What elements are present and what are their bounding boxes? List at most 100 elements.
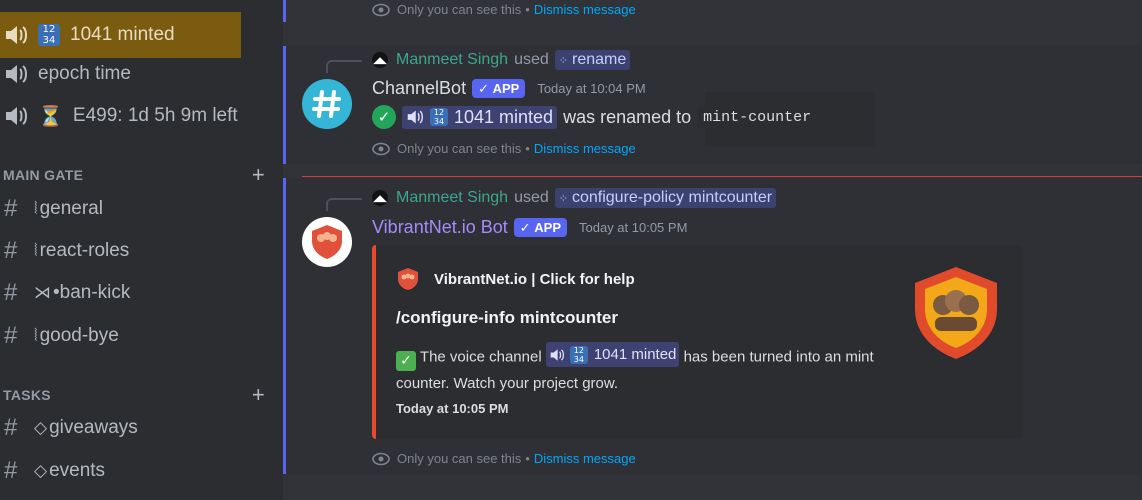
numbers-emoji-icon: 12 34 [430, 108, 448, 126]
user-avatar-small[interactable]: ◢◣ [372, 190, 388, 206]
channel-ban-kick[interactable]: # ⋊ •ban-kick [4, 273, 130, 313]
add-channel-icon[interactable]: + [252, 382, 265, 408]
ephemeral-notice: Only you can see this • Dismiss message [372, 451, 636, 466]
message-timestamp: Today at 10:05 PM [579, 220, 688, 235]
new-messages-divider [302, 176, 1142, 177]
voice-channel-e499[interactable]: ⏳ E499: 1d 5h 9m left [0, 93, 238, 139]
embed-footer-timestamp: Today at 10:05 PM [396, 401, 509, 416]
channel-mention[interactable]: 12 34 1041 minted [402, 105, 558, 129]
channelbot-avatar[interactable] [302, 79, 352, 129]
channel-label: good-bye [39, 325, 119, 346]
reply-connector [326, 60, 362, 73]
reply-username[interactable]: Manmeet Singh [396, 51, 508, 69]
slash-icon: ⁘ [558, 192, 568, 205]
command-label: rename [571, 51, 627, 68]
author-name[interactable]: ChannelBot [372, 78, 466, 99]
command-mention[interactable]: ⁘ configure-policy mintcounter [554, 188, 777, 208]
user-avatar-small[interactable]: ◢◣ [372, 52, 388, 68]
vibrantnet-avatar[interactable] [302, 217, 352, 267]
ephemeral-notice: Only you can see this • Dismiss message [372, 2, 636, 17]
check-mark-icon: ✓ [396, 350, 416, 371]
category-label: TASKS [3, 387, 51, 403]
numbers-emoji-icon: 12 34 [38, 24, 60, 46]
reply-connector [326, 198, 362, 211]
author-name[interactable]: VibrantNet.io Bot [372, 217, 508, 238]
channel-sidebar: 12 34 1041 minted epoch time ⏳ E499: 1d 5… [0, 0, 283, 500]
ephemeral-stripe [283, 178, 286, 474]
embed-author-label: VibrantNet.io | Click for help [434, 270, 635, 288]
inline-code: mint-counter [697, 106, 818, 128]
speaker-icon [407, 110, 423, 124]
channel-glyph-icon: ◇ [34, 418, 48, 438]
add-channel-icon[interactable]: + [252, 162, 265, 188]
channel-mention[interactable]: 12 34 1041 minted [545, 342, 680, 367]
dismiss-message-link[interactable]: Dismiss message [534, 451, 636, 466]
used-text: used [514, 189, 549, 206]
eye-icon [372, 452, 390, 465]
hash-icon: # [4, 195, 18, 222]
app-tag-label: APP [534, 220, 561, 235]
speaker-icon [6, 26, 27, 44]
message-header: ChannelBot ✓ APP Today at 10:04 PM [372, 78, 646, 99]
channel-events[interactable]: # ◇ events [4, 451, 105, 491]
ephemeral-text: Only you can see this [397, 2, 522, 17]
app-tag: ✓ APP [513, 218, 567, 237]
message-timestamp: Today at 10:04 PM [537, 81, 646, 96]
message-header: VibrantNet.io Bot ✓ APP Today at 10:05 P… [372, 217, 687, 238]
dismiss-message-link[interactable]: Dismiss message [534, 2, 636, 17]
command-reply-line: ◢◣ Manmeet Singh used ⁘ rename [372, 50, 631, 70]
check-circle-icon: ✓ [372, 105, 396, 129]
category-tasks[interactable]: TASKS + [3, 382, 265, 408]
channel-general[interactable]: # ⦚ general [4, 189, 103, 229]
hourglass-icon: ⏳ [38, 104, 63, 128]
speaker-icon [6, 107, 27, 125]
hash-icon: # [4, 322, 18, 349]
speaker-icon [6, 65, 27, 83]
app-tag-label: APP [492, 81, 520, 96]
vibrantnet-logo-icon [398, 268, 418, 290]
dismiss-message-link[interactable]: Dismiss message [534, 141, 636, 156]
channel-label: general [39, 198, 103, 219]
reply-username[interactable]: Manmeet Singh [396, 189, 508, 207]
speaker-icon [550, 348, 564, 361]
message-content: ✓ 12 34 1041 minted was renamed to mint-c… [372, 105, 818, 129]
slash-icon: ⁘ [558, 54, 568, 67]
channel-glyph-icon: ⦚ [34, 326, 38, 346]
channel-label: events [49, 460, 106, 481]
channel-glyph-icon: ⋊ [34, 283, 51, 303]
shield-thumbnail-icon[interactable] [911, 265, 1001, 361]
channel-label: •ban-kick [53, 282, 131, 303]
hash-icon: # [4, 279, 18, 306]
channel-glyph-icon: ⦚ [34, 199, 38, 219]
ephemeral-text: Only you can see this [397, 451, 522, 466]
voice-channel-epoch-time[interactable]: epoch time [0, 51, 131, 97]
voice-channel-label: epoch time [38, 63, 131, 84]
channel-react-roles[interactable]: # ⦚ react-roles [4, 231, 129, 271]
category-main-gate[interactable]: MAIN GATE + [3, 162, 265, 188]
hash-icon: # [4, 237, 18, 264]
voice-channel-label: E499: 1d 5h 9m left [72, 105, 238, 126]
shield-logo-icon [312, 225, 342, 259]
channel-label: giveaways [49, 417, 138, 438]
embed-description: ✓ The voice channel 12 34 1041 minted has… [396, 342, 896, 396]
channel-giveaways[interactable]: # ◇ giveaways [4, 408, 138, 448]
eye-icon [372, 3, 390, 16]
command-mention[interactable]: ⁘ rename [554, 50, 631, 70]
embed-author[interactable]: VibrantNet.io | Click for help [396, 267, 635, 291]
channel-good-bye[interactable]: # ⦚ good-bye [4, 316, 119, 356]
channel-label: react-roles [39, 240, 130, 261]
eye-icon [372, 142, 390, 155]
ephemeral-stripe [283, 0, 286, 22]
bot-embed: VibrantNet.io | Click for help /configur… [372, 245, 1022, 439]
ephemeral-stripe [283, 46, 286, 164]
message-text: was renamed to [563, 106, 692, 127]
separator: • [525, 141, 530, 156]
mention-label: 1041 minted [454, 106, 554, 127]
separator: • [525, 451, 530, 466]
app-tag: ✓ APP [472, 79, 526, 98]
hash-logo-icon [312, 90, 341, 118]
hash-icon: # [4, 457, 18, 484]
embed-desc-pre: The voice channel [419, 348, 542, 366]
ephemeral-text: Only you can see this [397, 141, 522, 156]
hash-icon: # [4, 414, 18, 441]
